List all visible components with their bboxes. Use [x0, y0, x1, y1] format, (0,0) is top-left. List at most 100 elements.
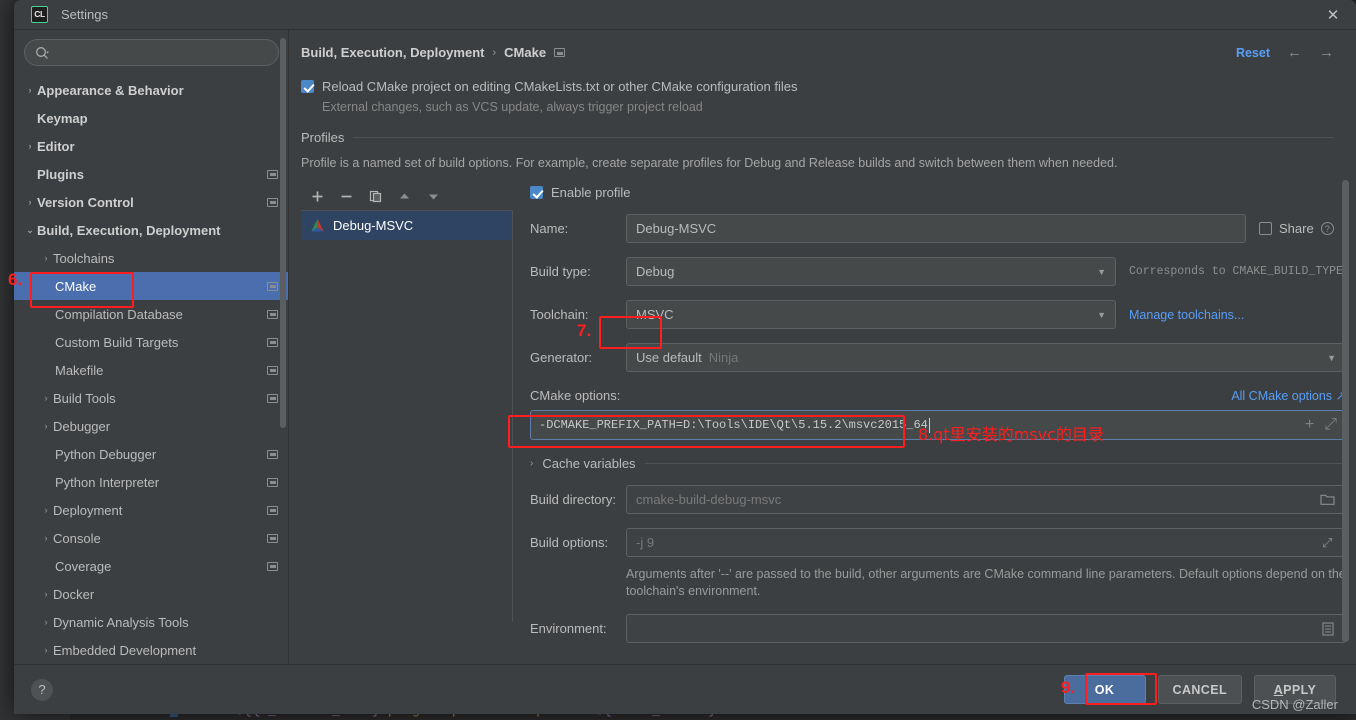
- sidebar-item-plugins[interactable]: Plugins: [14, 160, 288, 188]
- manage-toolchains-link[interactable]: Manage toolchains...: [1129, 308, 1244, 322]
- sidebar-item-build-tools[interactable]: › Build Tools: [14, 384, 288, 412]
- breadcrumb-root[interactable]: Build, Execution, Deployment: [301, 45, 484, 60]
- add-profile-button[interactable]: [305, 186, 329, 208]
- plus-icon: [312, 191, 322, 202]
- toolchain-select[interactable]: MSVC ▼: [626, 300, 1116, 329]
- sidebar-item-docker[interactable]: › Docker: [14, 580, 288, 608]
- share-checkbox[interactable]: [1259, 222, 1272, 235]
- chevron-right-icon[interactable]: ›: [39, 589, 53, 599]
- expand-editor-icon[interactable]: ⤢: [1324, 416, 1337, 434]
- enable-profile-label: Enable profile: [551, 185, 631, 200]
- name-input[interactable]: Debug-MSVC: [626, 214, 1246, 243]
- copy-profile-button[interactable]: [363, 186, 387, 208]
- sidebar-item-label: Deployment: [53, 502, 123, 518]
- enable-profile-checkbox[interactable]: [530, 186, 543, 199]
- remove-profile-button[interactable]: [334, 186, 358, 208]
- profile-form: Enable profile Name: Debug-MSVC Share ?: [513, 183, 1346, 643]
- sidebar-item-coverage[interactable]: Coverage: [14, 552, 288, 580]
- reset-link[interactable]: Reset: [1236, 46, 1270, 60]
- move-down-button[interactable]: [421, 186, 445, 208]
- project-scope-icon: [267, 561, 278, 571]
- sidebar-item-appearance-behavior[interactable]: › Appearance & Behavior: [14, 76, 288, 104]
- chevron-right-icon[interactable]: ›: [39, 393, 53, 403]
- sidebar-item-version-control[interactable]: › Version Control: [14, 188, 288, 216]
- apply-button-rest: PPLY: [1283, 682, 1317, 697]
- sidebar-item-custom-build-targets[interactable]: Custom Build Targets: [14, 328, 288, 356]
- chevron-down-icon: ▼: [1327, 352, 1336, 363]
- sidebar-item-toolchains[interactable]: › Toolchains: [14, 244, 288, 272]
- chevron-right-icon[interactable]: ›: [39, 645, 53, 655]
- chevron-right-icon[interactable]: ›: [23, 85, 37, 95]
- content-scrollbar[interactable]: [1342, 180, 1349, 642]
- move-up-button[interactable]: [392, 186, 416, 208]
- cmake-options-input[interactable]: -DCMAKE_PREFIX_PATH=D:\Tools\IDE\Qt\5.15…: [530, 410, 1346, 440]
- folder-icon[interactable]: [1320, 493, 1335, 506]
- project-scope-icon: [267, 393, 278, 403]
- sidebar-item-python-debugger[interactable]: Python Debugger: [14, 440, 288, 468]
- back-arrow-icon[interactable]: ←: [1287, 44, 1302, 61]
- all-cmake-options-link[interactable]: All CMake options ↗: [1231, 388, 1346, 403]
- build-options-input[interactable]: -j 9: [626, 528, 1346, 557]
- project-scope-icon: [267, 533, 278, 543]
- generator-select[interactable]: Use default Ninja ▼: [626, 343, 1346, 372]
- apply-button-mnemonic: A: [1273, 682, 1284, 697]
- add-option-icon[interactable]: +: [1305, 416, 1314, 434]
- chevron-right-icon[interactable]: ›: [39, 421, 53, 431]
- build-directory-input[interactable]: cmake-build-debug-msvc: [626, 485, 1346, 514]
- sidebar-scrollbar[interactable]: [280, 38, 286, 428]
- chevron-right-icon[interactable]: ›: [39, 253, 53, 263]
- build-type-row: Build type: Debug ▼ Corresponds to CMAKE…: [530, 257, 1346, 286]
- sidebar-item-dynamic-analysis-tools[interactable]: › Dynamic Analysis Tools: [14, 608, 288, 636]
- cache-variables-expander[interactable]: › Cache variables: [530, 456, 1346, 471]
- sidebar-item-python-interpreter[interactable]: Python Interpreter: [14, 468, 288, 496]
- cache-variables-label: Cache variables: [542, 456, 636, 471]
- reload-cmake-row[interactable]: Reload CMake project on editing CMakeLis…: [301, 74, 1334, 94]
- search-box[interactable]: [24, 39, 279, 66]
- sidebar-item-editor[interactable]: › Editor: [14, 132, 288, 160]
- share-help-icon[interactable]: ?: [1320, 222, 1334, 235]
- build-type-select[interactable]: Debug ▼: [626, 257, 1116, 286]
- chevron-right-icon[interactable]: ›: [39, 617, 53, 627]
- search-input[interactable]: [54, 44, 254, 61]
- reload-cmake-checkbox[interactable]: [301, 80, 314, 93]
- environment-input[interactable]: [626, 614, 1346, 643]
- profile-list-item[interactable]: Debug-MSVC: [301, 211, 512, 240]
- sidebar-item-deployment[interactable]: › Deployment: [14, 496, 288, 524]
- profiles-toolbar: [301, 183, 513, 210]
- profile-list-item-label: Debug-MSVC: [333, 218, 414, 233]
- chevron-right-icon[interactable]: ›: [23, 141, 37, 151]
- cmake-options-actions: + ⤢: [1305, 416, 1337, 434]
- help-icon[interactable]: ?: [31, 678, 53, 701]
- ok-button[interactable]: OK: [1063, 675, 1146, 704]
- sidebar-item-makefile[interactable]: Makefile: [14, 356, 288, 384]
- enable-profile-row[interactable]: Enable profile: [530, 183, 1346, 200]
- sidebar-item-build-execution-deployment[interactable]: ⌄ Build, Execution, Deployment: [14, 216, 288, 244]
- sidebar-item-label: CMake: [55, 278, 97, 294]
- list-icon[interactable]: [1322, 621, 1334, 636]
- sidebar-item-debugger[interactable]: › Debugger: [14, 412, 288, 440]
- chevron-right-icon[interactable]: ›: [23, 197, 37, 207]
- sidebar-item-console[interactable]: › Console: [14, 524, 288, 552]
- cancel-button[interactable]: CANCEL: [1157, 675, 1242, 704]
- sidebar-item-keymap[interactable]: Keymap: [14, 104, 288, 132]
- arrow-down-icon: [428, 194, 438, 200]
- chevron-right-icon[interactable]: ›: [39, 505, 53, 515]
- sidebar-item-label: Keymap: [37, 110, 88, 126]
- dialog-titlebar: CL Settings ✕: [14, 0, 1356, 30]
- sidebar-item-cmake[interactable]: CMake: [14, 272, 288, 300]
- sidebar-item-label: Build Tools: [53, 390, 116, 406]
- generator-ghost-value: Ninja: [708, 350, 739, 365]
- project-scope-icon: [267, 477, 278, 487]
- forward-arrow-icon[interactable]: →: [1319, 44, 1334, 61]
- apply-button[interactable]: A PPLY: [1254, 675, 1336, 704]
- dialog-title: Settings: [61, 7, 108, 22]
- share-row[interactable]: Share ?: [1259, 221, 1334, 236]
- sidebar-item-compilation-database[interactable]: Compilation Database: [14, 300, 288, 328]
- close-icon[interactable]: ✕: [1310, 0, 1356, 30]
- chevron-right-icon[interactable]: ›: [39, 533, 53, 543]
- settings-sidebar: › Appearance & Behavior Keymap › Editor Plugi…: [14, 30, 289, 664]
- chevron-down-icon[interactable]: ⌄: [23, 225, 37, 235]
- build-options-expand-icon[interactable]: ⤢: [1322, 535, 1332, 551]
- sidebar-item-embedded-development[interactable]: › Embedded Development: [14, 636, 288, 664]
- minus-icon: [341, 195, 351, 198]
